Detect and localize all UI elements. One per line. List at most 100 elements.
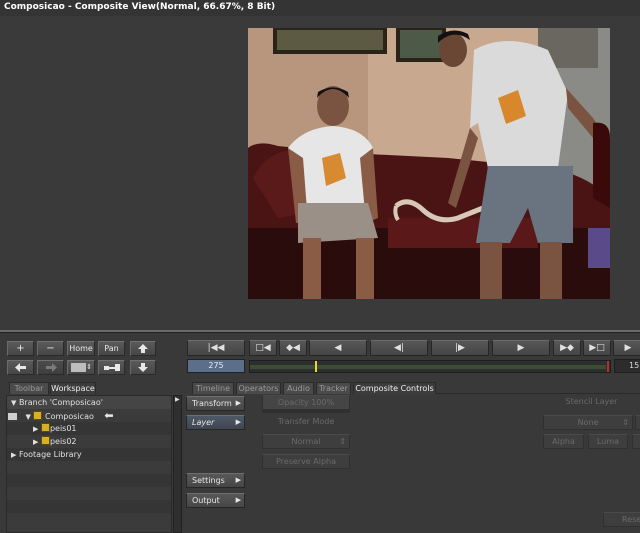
tab-operators[interactable]: Operators (236, 382, 281, 394)
current-comp-arrow-icon: ⬅ (104, 409, 114, 422)
layer-button-label: Layer (192, 418, 215, 427)
zoom-in-button[interactable]: + (7, 341, 34, 356)
settings-label: Settings (192, 476, 225, 485)
tab-strip-line (436, 393, 640, 394)
home-button[interactable]: Home (67, 341, 95, 356)
play-reverse-icon: ◀ (334, 343, 342, 353)
transform-button[interactable]: Transform ▶ (186, 396, 245, 411)
visibility-icon[interactable] (8, 413, 17, 420)
tab-toolbar[interactable]: Toolbar (9, 382, 49, 394)
view-mode-dropdown[interactable]: ⇕ (67, 360, 95, 375)
transfer-mode-label: Transfer Mode (277, 417, 335, 426)
step-back-icon: ◀| (394, 343, 404, 353)
expand-arrow-icon: ▶ (235, 496, 241, 504)
stencil-luma-button[interactable]: Luma (588, 434, 628, 449)
stencil-layer-dropdown[interactable]: None ⇕ (543, 415, 633, 430)
back-button[interactable] (7, 360, 34, 375)
swatch-icon (71, 363, 86, 372)
branch-label: Branch 'Composicao' (18, 398, 103, 407)
tab-audio[interactable]: Audio (283, 382, 314, 394)
zoom-in-icon: + (16, 343, 25, 354)
composite-viewer[interactable] (0, 16, 640, 328)
next-key-icon: ▶◆ (560, 343, 574, 353)
expand-arrow-icon: ▶ (235, 476, 241, 484)
playhead[interactable] (315, 361, 317, 372)
current-frame-field[interactable]: 275 (187, 359, 245, 373)
play-icon: ▶ (517, 343, 525, 353)
time-range-bar (250, 365, 606, 369)
export-button[interactable] (130, 341, 156, 356)
out-point-marker[interactable] (607, 361, 609, 372)
stencil-extra-toggle[interactable] (632, 434, 640, 449)
scroll-arrow-icon[interactable]: ▶ (175, 396, 180, 403)
next-key-button[interactable]: ▶◆ (553, 340, 581, 356)
arrow-up-icon (138, 344, 148, 353)
stencil-extra-button[interactable] (635, 415, 640, 430)
tree-empty-row (7, 513, 171, 526)
expand-arrow-icon: ▶ (235, 399, 241, 407)
layer-label: peis02 (49, 437, 77, 446)
stencil-alpha-button[interactable]: Alpha (543, 434, 584, 449)
step-forward-icon: |▶ (455, 343, 465, 353)
tab-tracker[interactable]: Tracker (316, 382, 351, 394)
expand-arrow-icon: ▶ (235, 418, 241, 426)
opacity-bar (262, 410, 350, 413)
go-to-end-button[interactable]: ▶ (613, 340, 640, 356)
layer-icon (40, 423, 50, 432)
output-button[interactable]: Output ▶ (186, 493, 245, 508)
collapse-arrow-icon[interactable]: ▶ (11, 451, 16, 459)
play-reverse-button[interactable]: ◀ (309, 340, 367, 356)
tree-footage-row[interactable]: ▶ Footage Library (7, 448, 171, 461)
output-label: Output (192, 496, 220, 505)
step-back-button[interactable]: ◀| (370, 340, 428, 356)
dropdown-arrows-icon: ⇕ (622, 418, 629, 427)
pan-button[interactable]: Pan (98, 341, 125, 356)
prev-key-button[interactable]: ◆◀ (279, 340, 307, 356)
go-to-start-icon: |◀◀ (207, 343, 225, 353)
tab-timeline[interactable]: Timeline (192, 382, 234, 394)
tree-composite-row[interactable]: ▼ Composicao ⬅ (7, 409, 171, 422)
tree-empty-row (7, 461, 171, 474)
expand-arrow-icon[interactable]: ▼ (26, 413, 31, 421)
settings-button[interactable]: Settings ▶ (186, 473, 245, 488)
import-button[interactable] (130, 360, 156, 375)
layer-icon (40, 436, 50, 445)
go-to-end-icon: ▶ (624, 343, 632, 353)
composite-icon (33, 411, 43, 420)
step-forward-button[interactable]: |▶ (431, 340, 489, 356)
tree-empty-row (7, 474, 171, 487)
footage-label: Footage Library (18, 450, 82, 459)
reset-button[interactable]: Rese (603, 512, 640, 527)
collapse-arrow-icon[interactable]: ▶ (33, 425, 38, 433)
arrow-right-icon (45, 363, 57, 372)
link-button[interactable] (98, 360, 125, 375)
zoom-out-button[interactable]: − (37, 341, 64, 356)
mark-in-icon: □◀ (255, 343, 271, 353)
tab-workspace[interactable]: Workspace (50, 382, 96, 394)
video-frame-image (248, 28, 610, 299)
zoom-out-icon: − (46, 343, 55, 354)
transfer-mode-dropdown[interactable]: Normal ⇕ (262, 434, 350, 449)
forward-button[interactable] (37, 360, 64, 375)
video-frame[interactable] (248, 28, 610, 299)
tab-composite-controls[interactable]: Composite Controls (353, 382, 436, 394)
tree-branch-row[interactable]: ▼ Branch 'Composicao' (7, 396, 171, 409)
opacity-slider[interactable]: Opacity 100% (262, 395, 350, 410)
end-frame-field[interactable]: 15 (614, 359, 640, 373)
time-slider[interactable] (249, 360, 611, 373)
stencil-none-value: None (577, 418, 599, 427)
tree-scrollbar[interactable]: ▶ (173, 395, 182, 533)
collapse-arrow-icon[interactable]: ▶ (33, 438, 38, 446)
workspace-tree[interactable]: ▼ Branch 'Composicao' ▼ Composicao ⬅ ▶ p… (6, 395, 172, 533)
go-to-start-button[interactable]: |◀◀ (187, 340, 245, 356)
play-button[interactable]: ▶ (492, 340, 550, 356)
expand-arrow-icon[interactable]: ▼ (11, 399, 16, 407)
tree-layer-row[interactable]: ▶ peis01 (7, 422, 171, 435)
dropdown-arrows-icon: ⇕ (339, 437, 346, 446)
mark-in-button[interactable]: □◀ (249, 340, 277, 356)
layer-button[interactable]: Layer ▶ (186, 415, 245, 430)
tree-empty-row (7, 487, 171, 500)
preserve-alpha-toggle[interactable]: Preserve Alpha (262, 454, 350, 469)
mark-out-button[interactable]: ▶□ (583, 340, 611, 356)
tree-layer-row[interactable]: ▶ peis02 (7, 435, 171, 448)
